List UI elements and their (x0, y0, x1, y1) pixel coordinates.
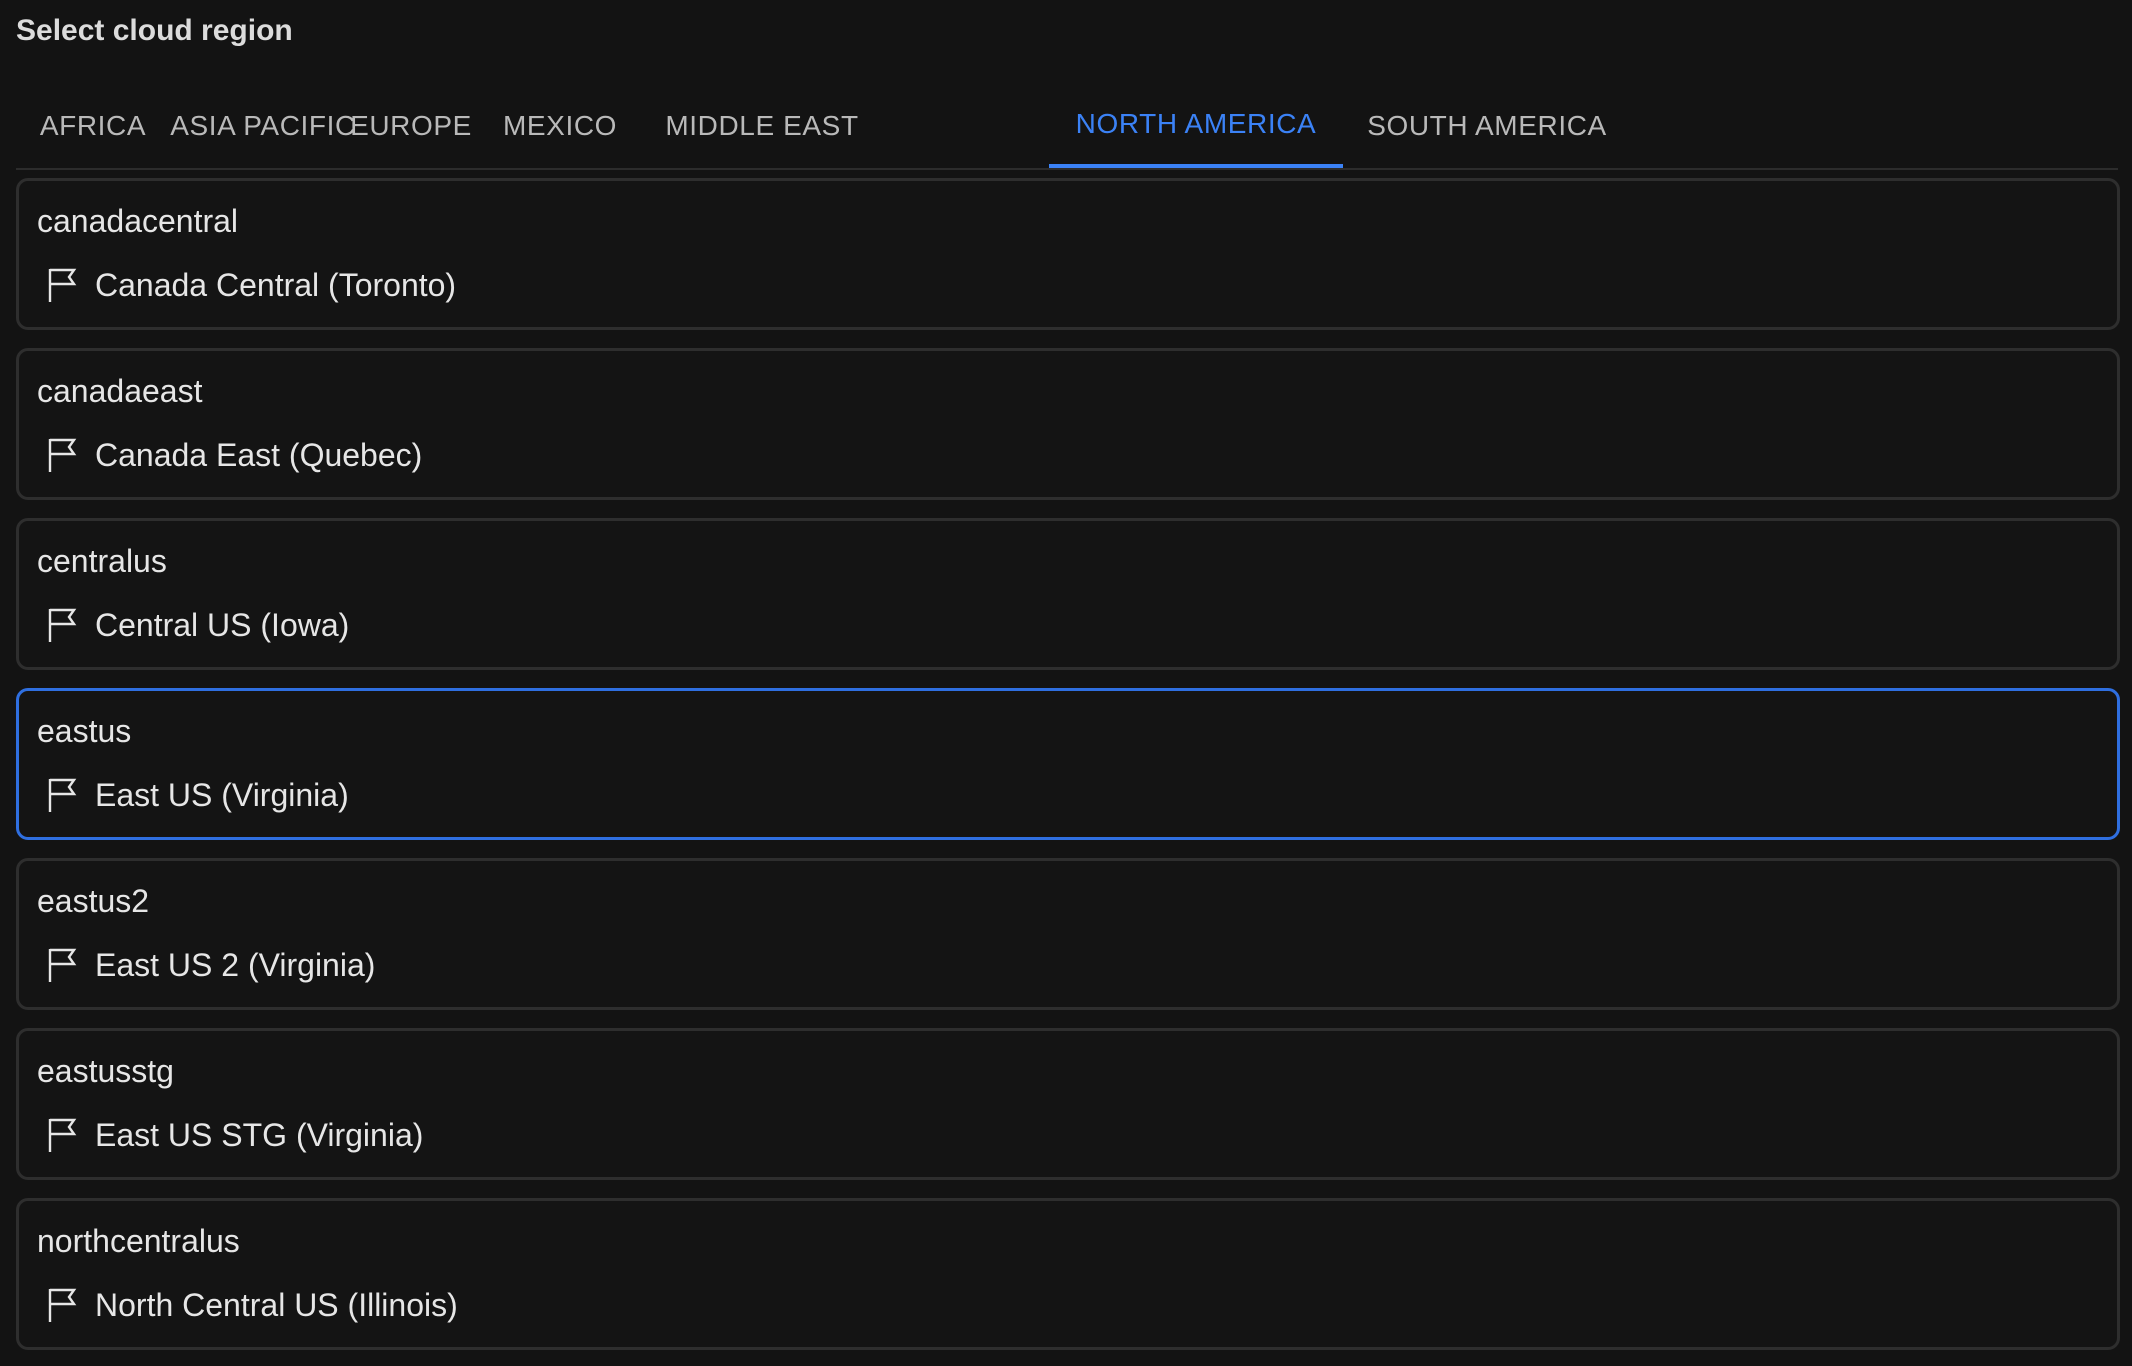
region-card-centralus[interactable]: centralus Central US (Iowa) (16, 518, 2120, 670)
flag-icon (48, 948, 77, 982)
region-card-canadaeast[interactable]: canadaeast Canada East (Quebec) (16, 348, 2120, 500)
region-code: centralus (37, 543, 167, 579)
flag-icon (48, 608, 77, 642)
region-tabs: AFRICA ASIA PACIFIC EUROPE MEXICO MIDDLE… (16, 84, 2118, 170)
flag-icon (48, 1288, 77, 1322)
region-label-row: North Central US (Illinois) (47, 1283, 458, 1327)
flag-icon (48, 438, 77, 472)
region-code: eastus (37, 713, 132, 749)
tab-north-america[interactable]: NORTH AMERICA (1049, 84, 1343, 168)
page-title: Select cloud region (16, 14, 293, 47)
region-label-row: Canada Central (Toronto) (47, 263, 456, 307)
region-code: canadacentral (37, 203, 239, 239)
region-label-row: East US (Virginia) (47, 773, 349, 817)
region-name: East US 2 (Virginia) (95, 947, 376, 983)
region-name: North Central US (Illinois) (95, 1287, 458, 1323)
tab-mexico[interactable]: MEXICO (490, 84, 630, 168)
region-label-row: Central US (Iowa) (47, 603, 349, 647)
region-name: Canada Central (Toronto) (95, 267, 457, 303)
region-code: northcentralus (37, 1223, 240, 1259)
region-code: canadaeast (37, 373, 203, 409)
region-name: East US STG (Virginia) (95, 1117, 424, 1153)
region-card-eastus2[interactable]: eastus2 East US 2 (Virginia) (16, 858, 2120, 1010)
region-card-northcentralus[interactable]: northcentralus North Central US (Illinoi… (16, 1198, 2120, 1350)
tab-south-america[interactable]: SOUTH AMERICA (1359, 84, 1615, 168)
flag-icon (48, 1118, 77, 1152)
tab-asia-pacific[interactable]: ASIA PACIFIC (166, 84, 360, 168)
region-name: East US (Virginia) (95, 777, 349, 813)
tab-africa[interactable]: AFRICA (40, 84, 146, 168)
region-code: eastusstg (37, 1053, 174, 1089)
flag-icon (48, 268, 77, 302)
region-card-canadacentral[interactable]: canadacentral Canada Central (Toronto) (16, 178, 2120, 330)
region-name: Central US (Iowa) (95, 607, 350, 643)
region-card-eastus[interactable]: eastus East US (Virginia) (16, 688, 2120, 840)
region-label-row: Canada East (Quebec) (47, 433, 422, 477)
region-code: eastus2 (37, 883, 150, 919)
region-name: Canada East (Quebec) (95, 437, 423, 473)
region-list: canadacentral Canada Central (Toronto) c… (16, 178, 2120, 1366)
region-label-row: East US 2 (Virginia) (47, 943, 375, 987)
region-selector-page: Select cloud region AFRICA ASIA PACIFIC … (0, 0, 2132, 1366)
region-card-eastusstg[interactable]: eastusstg East US STG (Virginia) (16, 1028, 2120, 1180)
region-label-row: East US STG (Virginia) (47, 1113, 423, 1157)
tab-middle-east[interactable]: MIDDLE EAST (644, 84, 880, 168)
tab-europe[interactable]: EUROPE (346, 84, 476, 168)
flag-icon (48, 778, 77, 812)
